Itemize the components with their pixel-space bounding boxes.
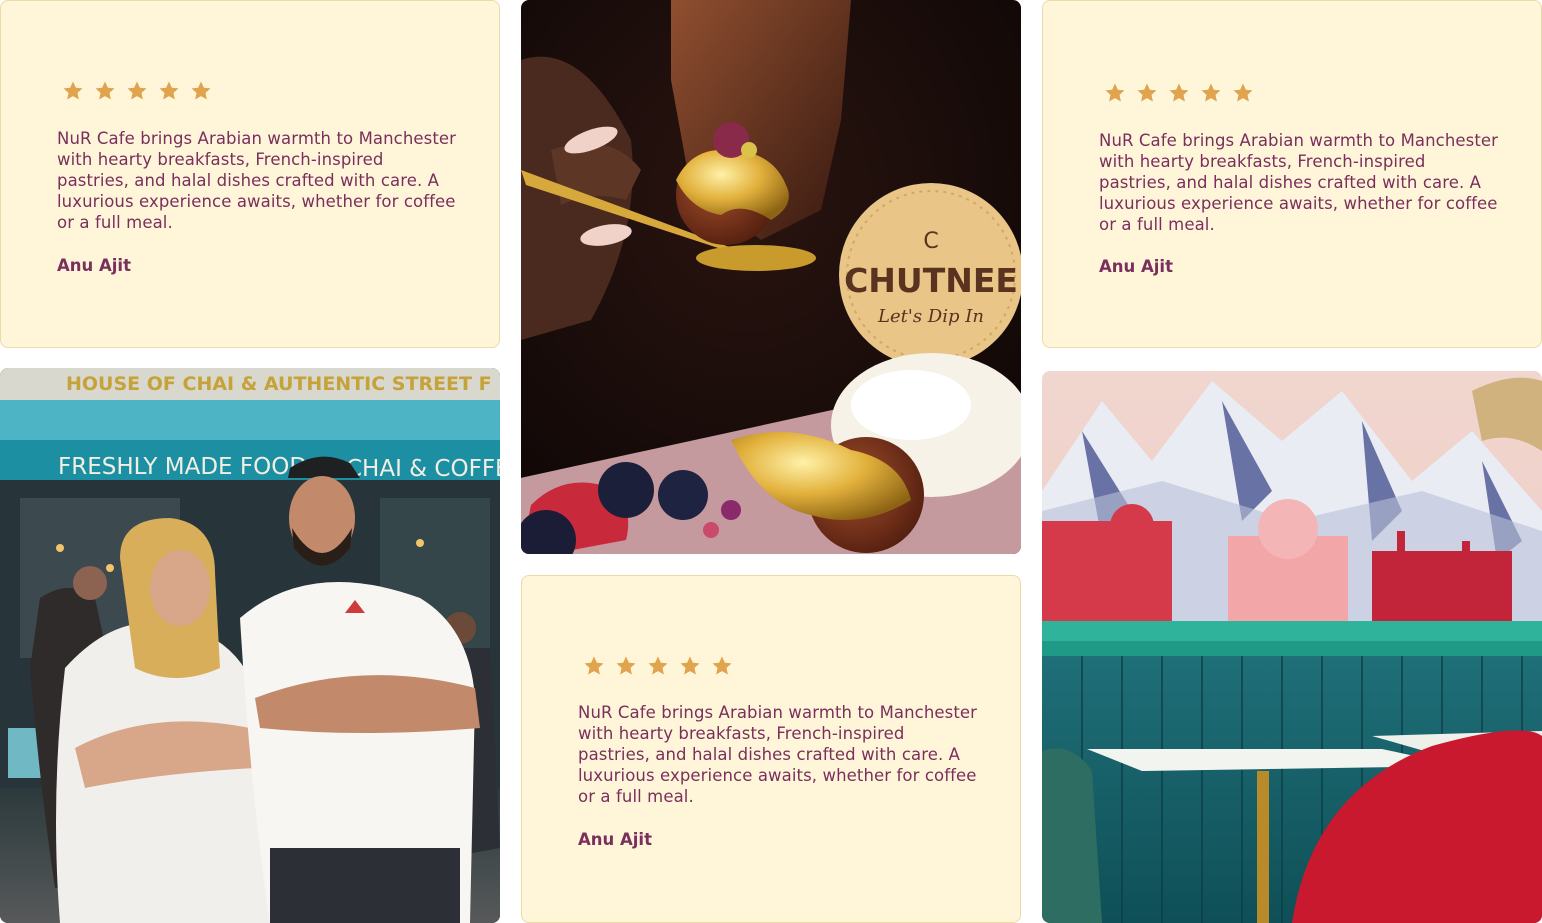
dessert-photo: C CHUTNEE Let's Dip In <box>521 0 1021 554</box>
star-icon <box>614 654 638 678</box>
cookie-brand: CHUTNEE <box>844 261 1018 300</box>
star-rating <box>61 79 213 103</box>
star-icon <box>710 654 734 678</box>
star-icon <box>157 79 181 103</box>
testimonial-quote: NuR Cafe brings Arabian warmth to Manche… <box>57 129 457 232</box>
sign-left-text: FRESHLY MADE FOOD <box>58 454 307 480</box>
interior-photo <box>1042 371 1542 923</box>
testimonial-quote: NuR Cafe brings Arabian warmth to Manche… <box>578 703 978 806</box>
sign-right-text: CHAI & COFFEE <box>346 456 500 482</box>
testimonial-quote: NuR Cafe brings Arabian warmth to Manche… <box>1099 131 1499 234</box>
testimonial-author: Anu Ajit <box>57 256 131 275</box>
cookie-tagline: Let's Dip In <box>877 306 984 327</box>
testimonial-author: Anu Ajit <box>578 830 652 849</box>
testimonial-card-2: NuR Cafe brings Arabian warmth to Manche… <box>1042 0 1542 348</box>
star-icon <box>93 79 117 103</box>
testimonial-card-3: NuR Cafe brings Arabian warmth to Manche… <box>521 575 1021 923</box>
testimonial-author: Anu Ajit <box>1099 257 1173 276</box>
star-icon <box>125 79 149 103</box>
star-icon <box>189 79 213 103</box>
star-icon <box>1199 81 1223 105</box>
star-rating <box>582 654 734 678</box>
sign-top-text: HOUSE OF CHAI & AUTHENTIC STREET F <box>66 373 492 395</box>
storefront-photo: HOUSE OF CHAI & AUTHENTIC STREET F FRESH… <box>0 368 500 923</box>
star-icon <box>61 79 85 103</box>
star-icon <box>1231 81 1255 105</box>
star-icon <box>646 654 670 678</box>
testimonial-card-1: NuR Cafe brings Arabian warmth to Manche… <box>0 0 500 348</box>
star-icon <box>678 654 702 678</box>
star-icon <box>1167 81 1191 105</box>
star-icon <box>582 654 606 678</box>
star-rating <box>1103 81 1255 105</box>
star-icon <box>1103 81 1127 105</box>
cookie-letter: C <box>923 229 938 254</box>
star-icon <box>1135 81 1159 105</box>
